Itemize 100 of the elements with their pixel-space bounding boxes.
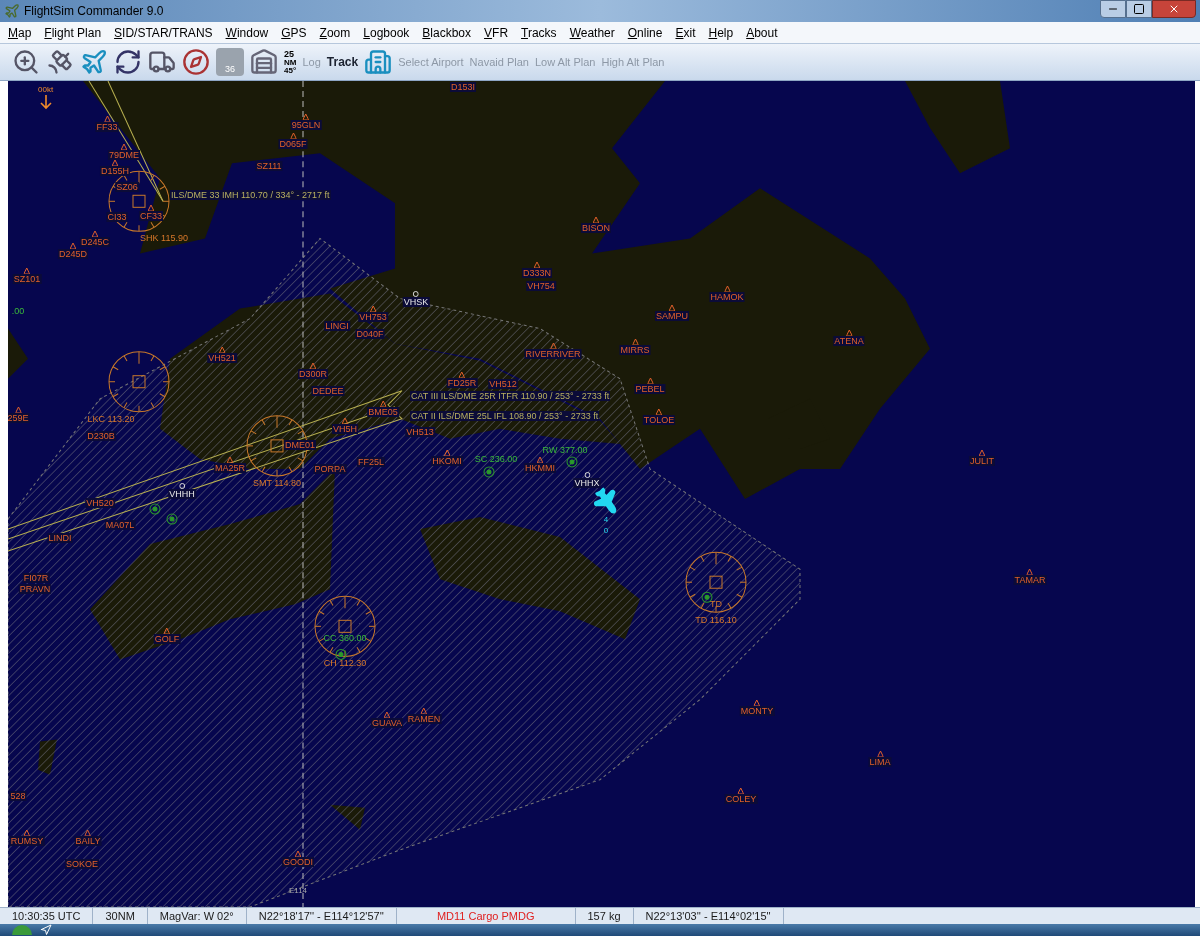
waypoint-label: D065F <box>278 139 308 149</box>
waypoint-icon <box>593 217 599 223</box>
ndb-label: SC 236.00 <box>474 454 518 464</box>
waypoint-icon <box>121 144 127 150</box>
wind-indicator: 00kt <box>38 86 54 110</box>
waypoint-icon <box>724 286 730 292</box>
menu-item[interactable]: Online <box>627 23 663 42</box>
minimize-button[interactable] <box>1100 0 1126 18</box>
waypoint-label: D333N <box>522 268 552 278</box>
waypoint-icon <box>656 409 662 415</box>
waypoint-icon <box>310 363 316 369</box>
ndb-ring-icon <box>701 591 713 603</box>
waypoint-icon <box>846 330 852 336</box>
menu-item[interactable]: Flight Plan <box>44 23 102 42</box>
waypoint-label: CF33 <box>139 211 163 221</box>
waypoint-label: SZ06 <box>115 182 139 192</box>
grid-label: E114 <box>288 885 308 897</box>
menu-item[interactable]: Weather <box>569 23 615 42</box>
start-orb-icon[interactable] <box>12 925 32 935</box>
waypoint-label: GOLF <box>153 634 181 644</box>
waypoint-label: D300R <box>298 369 328 379</box>
waypoint-icon <box>537 457 543 463</box>
waypoint-label: DEDEE <box>311 386 345 396</box>
airport-icon[interactable] <box>364 48 393 76</box>
taskbar-app-icon[interactable] <box>40 924 52 936</box>
menu-item[interactable]: Zoom <box>319 23 351 42</box>
loop-icon[interactable] <box>114 48 142 76</box>
waypoint-icon <box>669 305 675 311</box>
waypoint-icon <box>303 114 309 120</box>
waypoint-icon <box>534 262 540 268</box>
waypoint-label: HKOMI <box>431 456 463 466</box>
waypoint-label: MIRRS <box>619 345 651 355</box>
aircraft-altitude: 4 <box>603 514 609 525</box>
waypoint-icon <box>290 133 296 139</box>
waypoint-label: TAMAR <box>1013 575 1047 585</box>
waypoint-icon <box>877 751 883 757</box>
plane-icon[interactable] <box>80 48 108 76</box>
waypoint-label: 95GLN <box>290 120 322 130</box>
waypoint-label: PEBEL <box>634 384 666 394</box>
navaid-label: TD 116.10 <box>695 615 737 625</box>
waypoint-label: COLEY <box>724 794 758 804</box>
airport-label: VHHH <box>168 489 196 499</box>
waypoint-label: LINGI <box>324 321 350 331</box>
waypoint-label: MA07L <box>104 520 136 530</box>
compass-icon[interactable] <box>182 48 210 76</box>
waypoint-label: SZ111 <box>255 161 283 171</box>
waypoint-label: RUMSY <box>9 836 45 846</box>
waypoint-icon <box>164 628 170 634</box>
compass-rose-icon <box>108 351 170 413</box>
waypoint-icon <box>647 378 653 384</box>
waypoint-label: VH5H <box>332 424 358 434</box>
navaid-label: SHK 115.90 <box>140 233 188 243</box>
waypoint-icon <box>384 712 390 718</box>
menu-item[interactable]: Map <box>8 23 32 42</box>
ndb-ring-icon <box>335 648 347 660</box>
menu-item[interactable]: Blackbox <box>422 23 472 42</box>
waypoint-icon <box>70 243 76 249</box>
compass-rose-icon <box>314 595 376 657</box>
menu-item[interactable]: Tracks <box>521 23 557 42</box>
ndb-label: .00 <box>11 306 25 316</box>
waypoint-label: ATENA <box>833 336 865 346</box>
maximize-button[interactable] <box>1126 0 1152 18</box>
menu-item[interactable]: GPS <box>281 23 307 42</box>
waypoint-icon <box>219 347 225 353</box>
menu-item[interactable]: VFR <box>484 23 509 42</box>
navaid-label: LKC 113.20 <box>87 414 135 424</box>
waypoint-label: RIVERRIVER <box>524 349 582 359</box>
waypoint-label: BME05 <box>367 407 399 417</box>
close-icon <box>1168 3 1180 15</box>
waypoint-icon <box>632 339 638 345</box>
menu-item[interactable]: Help <box>708 23 734 42</box>
waypoint-icon <box>380 401 386 407</box>
waypoint-icon <box>92 231 98 237</box>
menu-item[interactable]: About <box>746 23 778 42</box>
waypoint-label: BAILY <box>74 836 102 846</box>
maximize-icon <box>1133 3 1145 15</box>
waypoint-label: GOODI <box>282 857 314 867</box>
toolbar-button[interactable]: Track <box>326 53 359 71</box>
magnifier-icon[interactable] <box>12 48 40 76</box>
waypoint-label: PRAVN <box>18 584 52 594</box>
waypoint-icon <box>148 205 154 211</box>
waypoint-label: 259E <box>8 413 30 423</box>
hangar-icon[interactable] <box>250 48 278 76</box>
airport-marker-icon <box>179 483 185 489</box>
menu-item[interactable]: Exit <box>675 23 696 42</box>
menu-item[interactable]: SID/STAR/TRANS <box>114 23 213 42</box>
ils-label: CAT III ILS/DME 25R ITFR 110.90 / 253° - 2733 ft <box>410 391 611 401</box>
satellite-icon[interactable] <box>46 48 74 76</box>
waypoint-label: 528 <box>9 791 27 801</box>
window-title: FlightSim Commander 9.0 <box>24 3 164 20</box>
waypoint-label: FD25R <box>446 378 478 388</box>
ndb-ring-icon <box>483 466 495 478</box>
waypoint-icon <box>1027 569 1033 575</box>
waypoint-icon <box>85 830 91 836</box>
menu-item[interactable]: Window <box>225 23 269 42</box>
menu-item[interactable]: Logbook <box>363 23 410 42</box>
waypoint-label: D153I <box>450 82 476 92</box>
waypoint-label: VH520 <box>85 498 115 508</box>
navaid-label: TD <box>710 599 722 609</box>
airport-label: VHSK <box>402 297 430 307</box>
